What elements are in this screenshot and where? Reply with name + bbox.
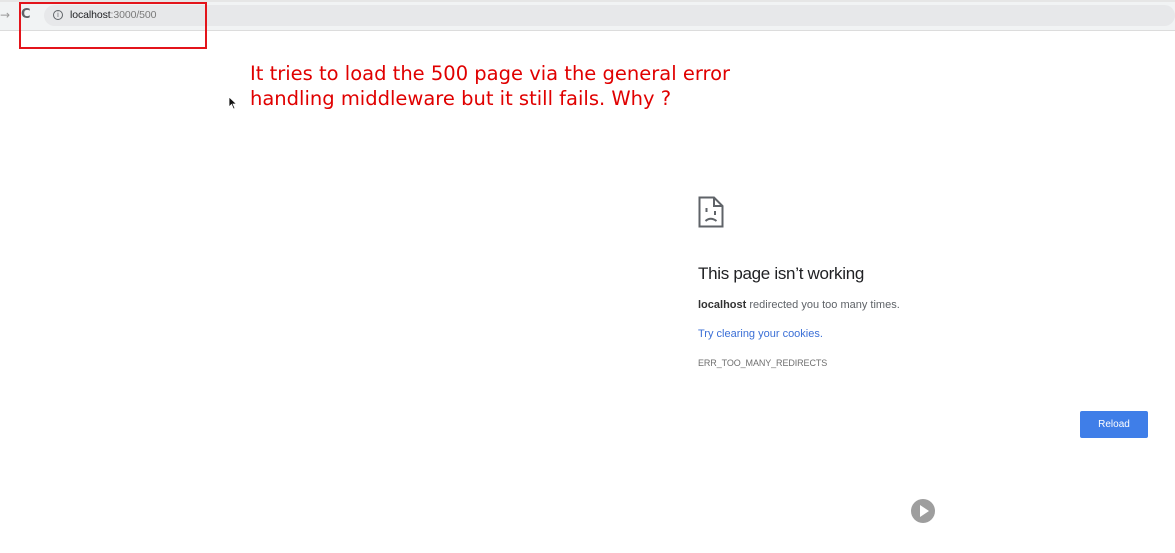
error-description: localhost redirected you too many times. bbox=[698, 299, 900, 311]
mouse-cursor-icon bbox=[228, 96, 238, 110]
error-description-host: localhost bbox=[698, 299, 747, 311]
error-code: ERR_TOO_MANY_REDIRECTS bbox=[698, 358, 828, 368]
reload-button[interactable]: Reload bbox=[1080, 411, 1148, 438]
annotation-line-1: It tries to load the 500 page via the ge… bbox=[250, 62, 731, 85]
clear-cookies-link[interactable]: Try clearing your cookies. bbox=[698, 328, 823, 340]
error-title: This page isn’t working bbox=[698, 264, 865, 283]
annotation-text: It tries to load the 500 page via the ge… bbox=[250, 61, 810, 111]
play-icon[interactable] bbox=[911, 499, 935, 523]
annotation-highlight-box bbox=[19, 2, 207, 49]
address-bar[interactable]: i localhost:3000/500 bbox=[44, 5, 1175, 26]
annotation-line-2: handling middleware but it still fails. … bbox=[250, 87, 672, 110]
sad-document-icon bbox=[698, 196, 724, 228]
forward-arrow-icon[interactable]: → bbox=[0, 8, 10, 22]
error-description-text: redirected you too many times. bbox=[746, 299, 900, 311]
